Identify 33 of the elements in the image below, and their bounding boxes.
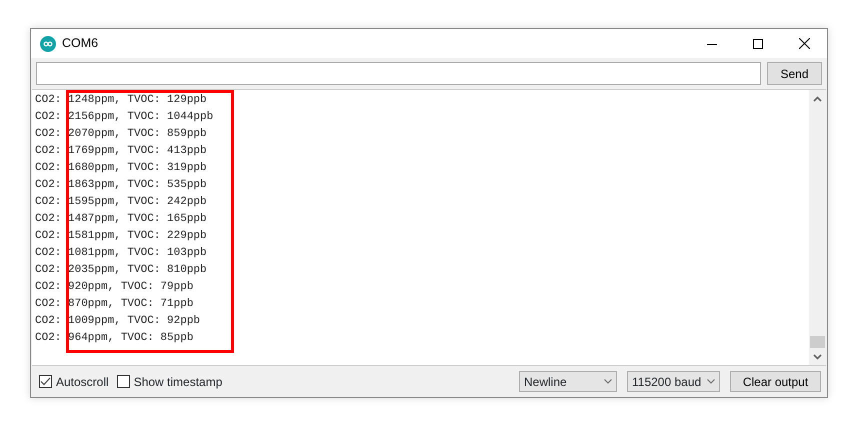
scroll-up-icon[interactable]	[813, 96, 822, 102]
baud-rate-dropdown[interactable]: 115200 baud	[627, 371, 720, 392]
window-title: COM6	[62, 35, 98, 52]
scrollbar[interactable]	[809, 90, 826, 365]
app-icon	[40, 36, 56, 52]
message-input-field[interactable]	[36, 62, 761, 85]
output-line: CO2: 1680ppm, TVOC: 319ppb	[35, 161, 208, 176]
output-line: CO2: 1581ppm, TVOC: 229ppb	[35, 229, 208, 244]
close-icon	[798, 38, 810, 49]
output-line: CO2: 1009ppm, TVOC: 92ppb	[35, 314, 202, 329]
clear-output-button[interactable]: Clear output	[730, 371, 821, 392]
maximize-icon	[753, 38, 763, 48]
output-line: CO2: 1595ppm, TVOC: 242ppb	[35, 195, 208, 210]
checkbox[interactable]: Show timestamp	[116, 372, 222, 390]
caret-icon	[707, 379, 715, 384]
output-line: CO2: 1863ppm, TVOC: 535ppb	[35, 178, 208, 193]
output-line: CO2: 964ppm, TVOC: 85ppb	[35, 331, 194, 346]
output-line: CO2: 2070ppm, TVOC: 859ppb	[35, 127, 208, 142]
check-icon	[40, 377, 51, 386]
output-line: CO2: 2035ppm, TVOC: 810ppb	[35, 263, 208, 278]
output-line: CO2: 2156ppm, TVOC: 1044ppb	[35, 110, 214, 125]
output-line: CO2: 1248ppm, TVOC: 129ppb	[35, 93, 208, 108]
checkbox[interactable]: Autoscroll	[39, 372, 109, 390]
line-ending-dropdown[interactable]: Newline	[519, 371, 617, 392]
output-line: CO2: 1769ppm, TVOC: 413ppb	[35, 144, 208, 159]
output-line: CO2: 920ppm, TVOC: 79ppb	[35, 280, 194, 295]
output-line: CO2: 1487ppm, TVOC: 165ppb	[35, 212, 208, 227]
scroll-thumb[interactable]	[810, 336, 825, 348]
output-line: CO2: 870ppm, TVOC: 71ppb	[35, 297, 194, 312]
output-line: CO2: 1081ppm, TVOC: 103ppb	[35, 246, 208, 261]
scroll-down-icon[interactable]	[813, 354, 822, 360]
send-button[interactable]: Send	[767, 62, 822, 85]
caret-icon	[604, 379, 612, 384]
